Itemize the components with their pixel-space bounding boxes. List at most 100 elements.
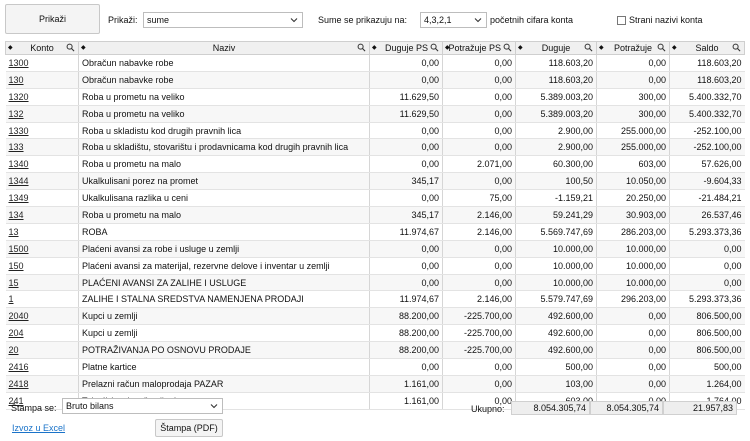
cell-dug: 5.569.747,69 — [515, 223, 597, 241]
cell-dps: 0,00 — [369, 155, 443, 174]
konto-link[interactable]: 2040 — [5, 307, 79, 326]
search-icon[interactable] — [66, 43, 75, 52]
konto-link[interactable]: 1349 — [5, 189, 79, 208]
cell-pot: 0,00 — [596, 307, 670, 326]
cell-dps: 88.200,00 — [369, 341, 443, 360]
konto-link[interactable]: 1340 — [5, 155, 79, 174]
table-row[interactable]: 1500 Plaćeni avansi za robe i usluge u ze… — [5, 240, 745, 258]
cell-pps: 0,00 — [442, 105, 516, 123]
table-row[interactable]: 13 ROBA 11.974,67 2.146,00 5.569.747,69 286.2… — [5, 223, 745, 241]
cell-dug: 5.579.747,69 — [515, 290, 597, 309]
table-row[interactable]: 1 ZALIHE I STALNA SREDSTVA NAMENJENA PROD… — [5, 290, 745, 309]
cell-pot: 0,00 — [596, 71, 670, 89]
column-header-duguje-ps[interactable]: ◆ Duguje PS — [369, 41, 443, 55]
print-label: Štampa se: — [11, 403, 57, 413]
cell-pot: 286.203,00 — [596, 223, 670, 241]
cell-naziv: Roba u skladistu kod drugih pravnih lica — [78, 122, 370, 140]
table-row[interactable]: 1330 Roba u skladistu kod drugih pravnih … — [5, 122, 745, 140]
table-row[interactable]: 20 POTRAŽIVANJA PO OSNOVU PRODAJE 88.200,0… — [5, 341, 745, 360]
table-row[interactable]: 133 Roba u skladištu, stovarištu i prodav… — [5, 138, 745, 157]
table-row[interactable]: 2418 Prelazni račun maloprodaja PAZAR 1.16… — [5, 375, 745, 393]
cell-pps: 2.146,00 — [442, 223, 516, 241]
column-header-duguje[interactable]: ◆ Duguje — [515, 41, 597, 55]
print-pdf-button[interactable]: Štampa (PDF) — [155, 419, 223, 437]
foreign-names-checkbox[interactable] — [617, 16, 626, 25]
cell-pps: 0,00 — [442, 375, 516, 393]
cell-naziv: Obračun nabavke robe — [78, 71, 370, 89]
table-row[interactable]: 134 Roba u prometu na malo 345,17 2.146,00 5… — [5, 206, 745, 224]
print-select[interactable]: Bruto bilans — [62, 398, 223, 414]
column-header-naziv[interactable]: ◆ Naziv — [78, 41, 370, 55]
table-row[interactable]: 1344 Ukalkulisani porez na promet 345,17 0,… — [5, 172, 745, 191]
cell-dug: 118.603,20 — [515, 54, 597, 72]
cell-saldo: 0,00 — [669, 240, 745, 258]
konto-link[interactable]: 2416 — [5, 358, 79, 376]
cell-naziv: Kupci u zemlji — [78, 324, 370, 343]
cell-naziv: Plaćeni avansi za robe i usluge u zemlji — [78, 240, 370, 258]
search-icon[interactable] — [732, 43, 741, 52]
konto-link[interactable]: 204 — [5, 324, 79, 343]
cell-pps: 0,00 — [442, 122, 516, 140]
cell-pot: 300,00 — [596, 105, 670, 123]
konto-link[interactable]: 2418 — [5, 375, 79, 393]
cell-dug: 10.000,00 — [515, 240, 597, 258]
cell-saldo: 806.500,00 — [669, 341, 745, 360]
cell-saldo: 26.537,46 — [669, 206, 745, 224]
column-header-konto[interactable]: ◆ Konto — [5, 41, 79, 55]
konto-link[interactable]: 20 — [5, 341, 79, 360]
cell-saldo: 806.500,00 — [669, 307, 745, 326]
cell-dps: 0,00 — [369, 71, 443, 89]
table-row[interactable]: 15 PLAĆENI AVANSI ZA ZALIHE I USLUGE 0,00 0… — [5, 274, 745, 292]
cell-dug: 118.603,20 — [515, 71, 597, 89]
table-row[interactable]: 2040 Kupci u zemlji 88.200,00 -225.700,00 49… — [5, 307, 745, 326]
cell-naziv: Roba u prometu na malo — [78, 155, 370, 174]
table-row[interactable]: 1349 Ukalkulisana razlika u ceni 0,00 75,00… — [5, 189, 745, 208]
search-icon[interactable] — [430, 43, 439, 52]
column-header-saldo[interactable]: ◆ Saldo — [669, 41, 745, 55]
search-icon[interactable] — [584, 43, 593, 52]
show-select[interactable]: sume — [143, 12, 303, 28]
cell-dps: 0,00 — [369, 138, 443, 157]
konto-link[interactable]: 1 — [5, 290, 79, 309]
column-header-potrazuje[interactable]: ◆ Potražuje — [596, 41, 670, 55]
digits-select[interactable]: 4,3,2,1 — [420, 12, 487, 28]
cell-naziv: Kupci u zemlji — [78, 307, 370, 326]
total-label: Ukupno: — [471, 404, 505, 414]
cell-dug: 103,00 — [515, 375, 597, 393]
cell-naziv: Plaćeni avansi za materijal, rezervne de… — [78, 257, 370, 275]
table-row[interactable]: 132 Roba u prometu na veliko 11.629,50 0,00… — [5, 105, 745, 123]
search-icon[interactable] — [503, 43, 512, 52]
search-icon[interactable] — [357, 43, 366, 52]
export-excel-link[interactable]: Izvoz u Excel — [12, 423, 65, 433]
table-row[interactable]: 1320 Roba u prometu na veliko 11.629,50 0,0… — [5, 88, 745, 106]
konto-link[interactable]: 1344 — [5, 172, 79, 191]
table-row[interactable]: 2416 Platne kartice 0,00 0,00 500,00 0,00 500,… — [5, 358, 745, 376]
column-header-potrazuje-ps[interactable]: ◆ Potražuje PS — [442, 41, 516, 55]
konto-link[interactable]: 15 — [5, 274, 79, 292]
konto-link[interactable]: 150 — [5, 257, 79, 275]
konto-link[interactable]: 1500 — [5, 240, 79, 258]
table-row[interactable]: 1340 Roba u prometu na malo 0,00 2.071,00 60… — [5, 155, 745, 174]
table-row[interactable]: 130 Obračun nabavke robe 0,00 0,00 118.603,2… — [5, 71, 745, 89]
cell-pot: 10.000,00 — [596, 240, 670, 258]
konto-link[interactable]: 130 — [5, 71, 79, 89]
cell-pps: 0,00 — [442, 257, 516, 275]
konto-link[interactable]: 1320 — [5, 88, 79, 106]
konto-link[interactable]: 1300 — [5, 54, 79, 72]
cell-dps: 0,00 — [369, 240, 443, 258]
konto-link[interactable]: 132 — [5, 105, 79, 123]
cell-pps: -225.700,00 — [442, 307, 516, 326]
table-row[interactable]: 204 Kupci u zemlji 88.200,00 -225.700,00 492… — [5, 324, 745, 343]
konto-link[interactable]: 13 — [5, 223, 79, 241]
table-row[interactable]: 1300 Obračun nabavke robe 0,00 0,00 118.603,… — [5, 54, 745, 72]
print-select-value: Bruto bilans — [66, 401, 114, 411]
search-icon[interactable] — [657, 43, 666, 52]
table-row[interactable]: 150 Plaćeni avansi za materijal, rezervne… — [5, 257, 745, 275]
konto-link[interactable]: 1330 — [5, 122, 79, 140]
konto-link[interactable]: 133 — [5, 138, 79, 157]
cell-pot: 255.000,00 — [596, 138, 670, 157]
cell-dug: 5.389.003,20 — [515, 105, 597, 123]
cell-saldo: 5.400.332,70 — [669, 105, 745, 123]
konto-link[interactable]: 134 — [5, 206, 79, 224]
show-button[interactable]: Prikaži — [5, 4, 100, 34]
